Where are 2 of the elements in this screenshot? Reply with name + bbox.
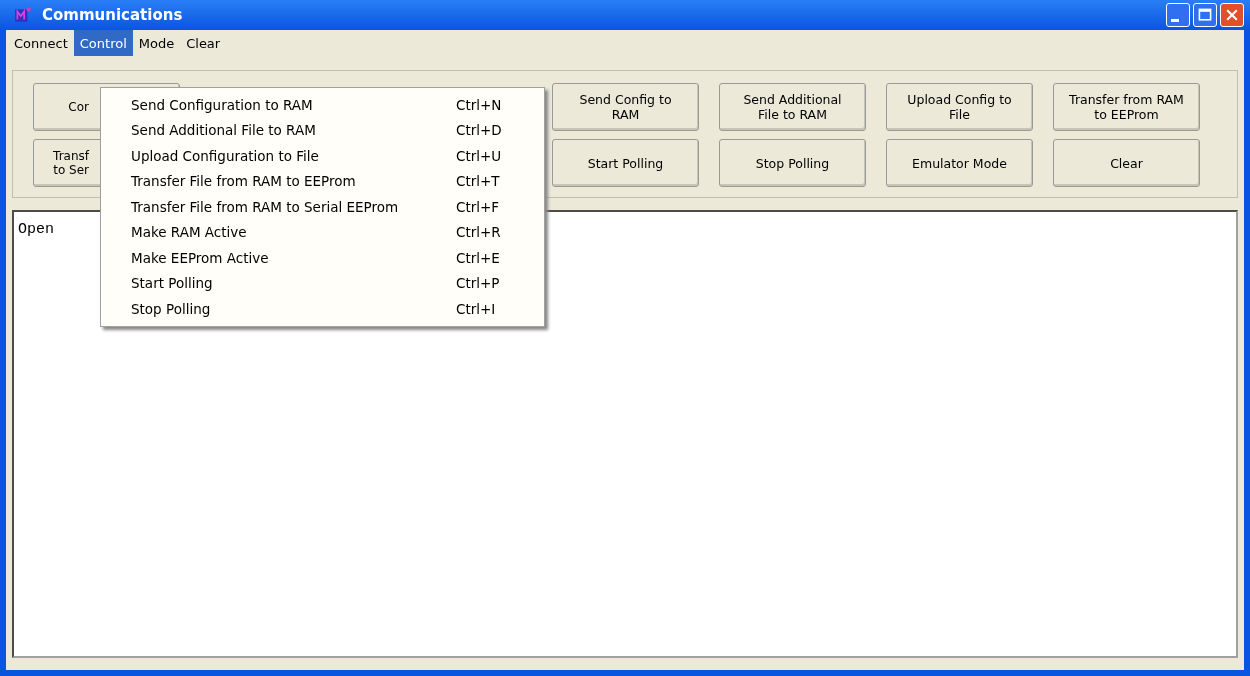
- window-title: Communications: [42, 6, 184, 24]
- output-text: Open: [18, 221, 54, 238]
